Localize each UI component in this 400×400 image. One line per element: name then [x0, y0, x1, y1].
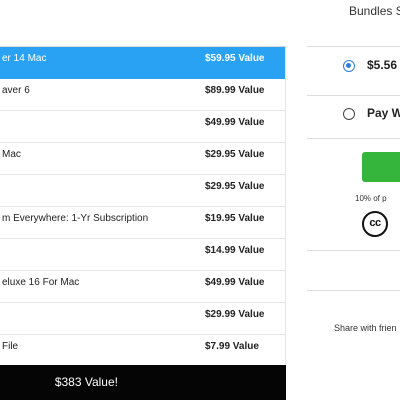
bundle-item-row[interactable]: er 14 Mac $59.95 Value: [0, 47, 286, 79]
bundle-item-row[interactable]: Mac $29.95 Value: [0, 143, 286, 175]
bundle-item-name: Mac: [2, 149, 21, 160]
pay-what-you-want-radio[interactable]: [343, 108, 355, 120]
creative-commons-icon: cc: [362, 211, 388, 237]
bundle-item-row[interactable]: eluxe 16 For Mac $49.99 Value: [0, 271, 286, 303]
bundle-item-name: m Everywhere: 1-Yr Subscription: [2, 213, 149, 224]
bundle-item-value: $14.99 Value: [205, 245, 265, 256]
bundle-item-row[interactable]: $49.99 Value: [0, 111, 286, 143]
price-option-label[interactable]: $5.56: [367, 58, 397, 72]
purchase-panel-title: Bundles S: [349, 4, 400, 18]
bundle-item-name: eluxe 16 For Mac: [2, 277, 80, 288]
bundle-item-name: er 14 Mac: [2, 53, 47, 64]
bundle-item-row[interactable]: File $7.99 Value: [0, 335, 286, 367]
price-option-radio[interactable]: [343, 60, 355, 72]
bundle-item-row[interactable]: aver 6 $89.99 Value: [0, 79, 286, 111]
bundle-item-value: $19.95 Value: [205, 213, 265, 224]
bundle-item-value: $29.99 Value: [205, 309, 265, 320]
panel-divider: [307, 138, 400, 139]
bundle-item-row[interactable]: $29.99 Value: [0, 303, 286, 335]
bundle-item-value: $29.95 Value: [205, 149, 265, 160]
bundle-item-name: aver 6: [2, 85, 30, 96]
bundle-item-value: $59.95 Value: [205, 53, 265, 64]
panel-divider: [307, 46, 400, 47]
panel-divider: [307, 290, 400, 291]
creative-commons-icon-text: cc: [369, 217, 381, 229]
share-with-friends-text: Share with frien: [334, 323, 397, 333]
bundle-item-value: $49.99 Value: [205, 117, 265, 128]
panel-divider: [307, 95, 400, 96]
bundle-item-value: $89.99 Value: [205, 85, 265, 96]
bundle-item-table: er 14 Mac $59.95 Value aver 6 $89.99 Val…: [0, 46, 286, 367]
bundle-item-value: $7.99 Value: [205, 341, 259, 352]
bundle-item-row[interactable]: $29.95 Value: [0, 175, 286, 207]
charity-percent-text: 10% of p: [355, 194, 387, 203]
bundle-item-value: $29.95 Value: [205, 181, 265, 192]
total-value-text: $383 Value!: [54, 375, 118, 389]
total-value-bar: $383 Value!: [0, 365, 286, 400]
panel-divider: [307, 250, 400, 251]
bundle-item-name: File: [2, 341, 19, 352]
bundle-item-value: $49.99 Value: [205, 277, 265, 288]
buy-button[interactable]: [362, 152, 400, 182]
bundle-item-row[interactable]: $14.99 Value: [0, 239, 286, 271]
bundle-item-row[interactable]: m Everywhere: 1-Yr Subscription $19.95 V…: [0, 207, 286, 239]
pay-what-you-want-label[interactable]: Pay W: [367, 106, 400, 120]
